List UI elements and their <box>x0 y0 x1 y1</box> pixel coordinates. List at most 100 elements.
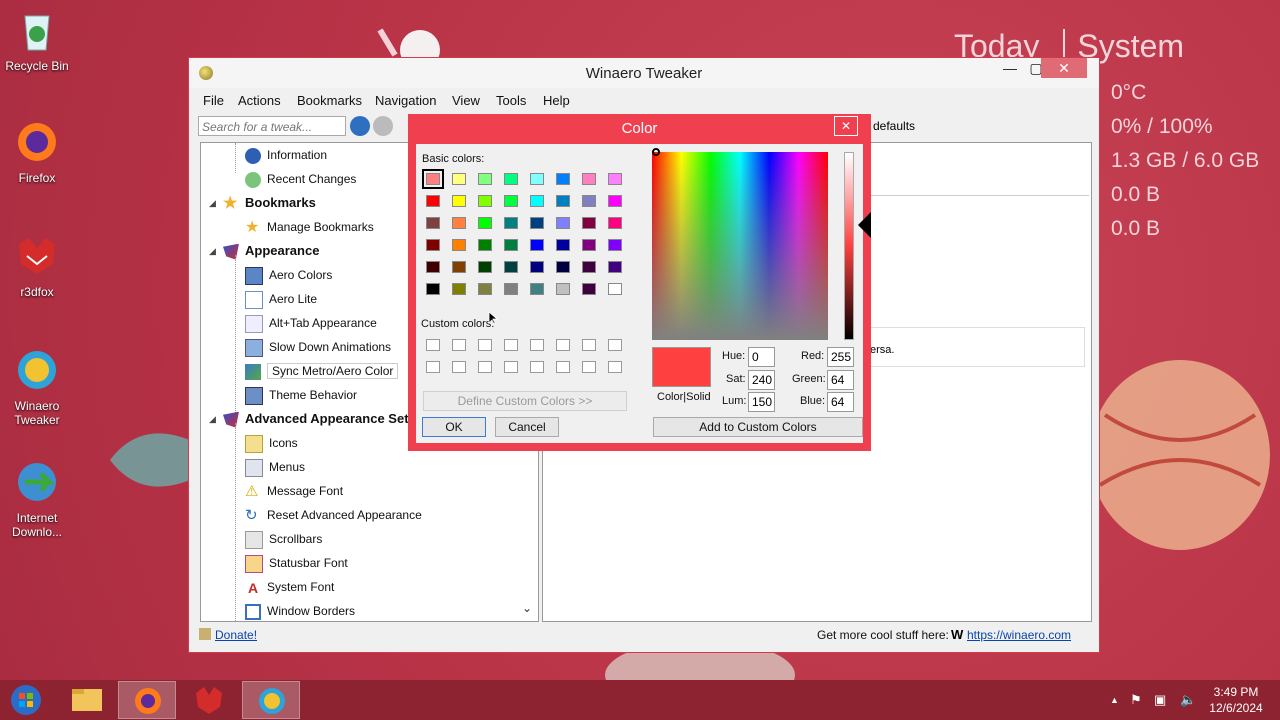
basic-color-swatch[interactable] <box>478 239 492 251</box>
window-titlebar[interactable]: Winaero Tweaker — ▢ ✕ <box>189 58 1099 88</box>
search-input[interactable]: Search for a tweak... <box>198 116 346 136</box>
tree-item-theme-behavior[interactable]: Theme Behavior <box>245 385 357 405</box>
basic-color-swatch[interactable] <box>582 217 596 229</box>
basic-color-swatch[interactable] <box>608 283 622 295</box>
basic-color-swatch[interactable] <box>452 261 466 273</box>
tree-item-sync-metro-aero-color[interactable]: Sync Metro/Aero Color <box>245 361 399 381</box>
basic-color-swatch[interactable] <box>426 195 440 207</box>
tree-item-manage-bookmarks[interactable]: ★ Manage Bookmarks <box>245 217 374 237</box>
tree-item-reset-advanced-appearance[interactable]: ↻ Reset Advanced Appearance <box>245 505 422 525</box>
tree-item-system-font[interactable]: A System Font <box>245 577 334 597</box>
basic-color-swatch[interactable] <box>478 173 492 185</box>
taskbar-file-explorer[interactable] <box>58 681 116 719</box>
taskbar-winaero-tweaker[interactable] <box>242 681 300 719</box>
basic-color-swatch[interactable] <box>556 173 570 185</box>
collapse-arrow-icon[interactable]: ◢ <box>209 246 216 257</box>
basic-color-swatch[interactable] <box>452 195 466 207</box>
basic-color-swatch[interactable] <box>452 239 466 251</box>
menu-bookmarks[interactable]: Bookmarks <box>297 93 362 108</box>
tree-item-icons[interactable]: Icons <box>245 433 298 453</box>
tree-item-statusbar-font[interactable]: Statusbar Font <box>245 553 348 573</box>
desktop-icon-r3dfox[interactable]: r3dfox <box>2 234 72 299</box>
basic-color-swatch[interactable] <box>530 239 544 251</box>
volume-muted-icon[interactable]: 🔈 <box>1180 692 1196 708</box>
basic-color-swatch[interactable] <box>504 217 518 229</box>
basic-color-swatch[interactable] <box>608 173 622 185</box>
basic-color-swatch[interactable] <box>504 173 518 185</box>
collapse-arrow-icon[interactable]: ◢ <box>209 414 216 425</box>
tree-item-information[interactable]: Information <box>245 145 327 165</box>
luminance-arrow-icon[interactable] <box>858 212 871 238</box>
back-arrow-icon[interactable] <box>350 116 370 136</box>
basic-color-swatch[interactable] <box>426 283 440 295</box>
basic-color-swatch[interactable] <box>504 195 518 207</box>
show-hidden-icons-chevron-icon[interactable]: ▲ <box>1110 695 1119 705</box>
tree-item-aero-lite[interactable]: Aero Lite <box>245 289 317 309</box>
custom-color-swatch[interactable] <box>530 339 544 351</box>
scroll-down-arrow-icon[interactable]: ⌄ <box>522 601 532 615</box>
basic-color-swatch[interactable] <box>530 195 544 207</box>
menu-navigation[interactable]: Navigation <box>375 93 436 108</box>
basic-color-swatch[interactable] <box>426 261 440 273</box>
color-dialog-title[interactable]: Color <box>408 114 871 144</box>
tree-category-appearance[interactable]: Appearance <box>223 241 319 261</box>
menu-tools[interactable]: Tools <box>496 93 526 108</box>
basic-color-swatch[interactable] <box>426 239 440 251</box>
basic-color-swatch[interactable] <box>608 217 622 229</box>
basic-color-swatch[interactable] <box>556 217 570 229</box>
reset-defaults-label[interactable]: defaults <box>873 119 915 133</box>
tree-item-slow-down-animations[interactable]: Slow Down Animations <box>245 337 391 357</box>
tree-item-alt-tab-appearance[interactable]: Alt+Tab Appearance <box>245 313 377 333</box>
custom-color-swatch[interactable] <box>504 361 518 373</box>
color-spectrum[interactable] <box>652 152 828 340</box>
start-button-windows-icon[interactable] <box>8 683 44 717</box>
custom-color-swatch[interactable] <box>478 361 492 373</box>
tree-item-message-font[interactable]: ⚠ Message Font <box>245 481 343 501</box>
basic-color-swatch[interactable] <box>530 283 544 295</box>
menu-actions[interactable]: Actions <box>238 93 281 108</box>
basic-color-swatch[interactable] <box>556 261 570 273</box>
menu-help[interactable]: Help <box>543 93 570 108</box>
define-custom-colors-button[interactable]: Define Custom Colors >> <box>423 391 627 411</box>
custom-color-swatch[interactable] <box>452 339 466 351</box>
custom-color-swatch[interactable] <box>608 339 622 351</box>
basic-color-swatch[interactable] <box>452 173 466 185</box>
basic-color-swatch[interactable] <box>478 195 492 207</box>
custom-color-swatch[interactable] <box>608 361 622 373</box>
custom-color-swatch[interactable] <box>426 361 440 373</box>
basic-color-swatch[interactable] <box>530 217 544 229</box>
taskbar-r3dfox[interactable] <box>180 681 238 719</box>
blue-field[interactable]: 64 <box>827 392 854 412</box>
custom-color-swatch[interactable] <box>582 361 596 373</box>
basic-color-swatch[interactable] <box>608 261 622 273</box>
basic-color-swatch[interactable] <box>556 283 570 295</box>
custom-color-swatch[interactable] <box>556 361 570 373</box>
basic-color-swatch[interactable] <box>582 173 596 185</box>
tree-item-window-borders[interactable]: Window Borders <box>245 601 355 621</box>
tree-item-aero-colors[interactable]: Aero Colors <box>245 265 332 285</box>
basic-color-swatch[interactable] <box>608 195 622 207</box>
desktop-icon-firefox[interactable]: Firefox <box>2 120 72 185</box>
custom-color-swatch[interactable] <box>426 339 440 351</box>
desktop-icon-winaero-tweaker[interactable]: Winaero Tweaker <box>2 348 72 427</box>
custom-color-swatch[interactable] <box>504 339 518 351</box>
color-dialog-close-icon[interactable]: ✕ <box>834 116 858 136</box>
basic-color-swatch[interactable] <box>452 283 466 295</box>
taskbar-firefox[interactable] <box>118 681 176 719</box>
custom-color-swatch[interactable] <box>452 361 466 373</box>
donate-link[interactable]: Donate! <box>215 628 257 642</box>
custom-color-swatch[interactable] <box>582 339 596 351</box>
basic-color-swatch[interactable] <box>478 283 492 295</box>
basic-color-swatch[interactable] <box>582 261 596 273</box>
hue-field[interactable]: 0 <box>748 347 775 367</box>
basic-color-swatch[interactable] <box>582 195 596 207</box>
custom-color-swatch[interactable] <box>556 339 570 351</box>
basic-color-swatch[interactable] <box>556 239 570 251</box>
luminance-slider[interactable] <box>844 152 854 340</box>
forward-arrow-icon[interactable] <box>373 116 393 136</box>
custom-color-swatch[interactable] <box>530 361 544 373</box>
green-field[interactable]: 64 <box>827 370 854 390</box>
ok-button[interactable]: OK <box>422 417 486 437</box>
lum-field[interactable]: 150 <box>748 392 775 412</box>
basic-color-swatch[interactable] <box>582 283 596 295</box>
